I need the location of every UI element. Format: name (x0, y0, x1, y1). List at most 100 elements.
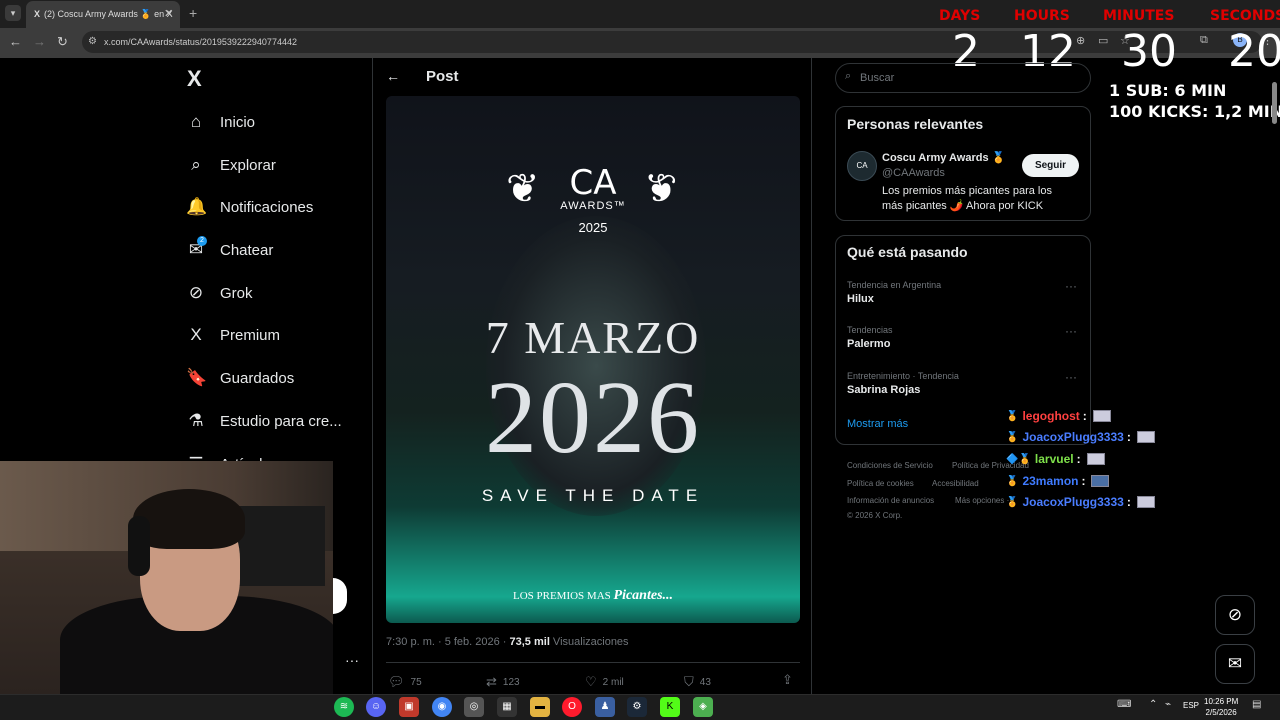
close-tab-icon[interactable]: ✕ (164, 7, 173, 20)
more-options-icon[interactable]: ··· (345, 652, 359, 668)
nav-item-creator-studio[interactable]: ⚗ Estudio para cre... (186, 406, 342, 436)
like-count: 2 mil (602, 676, 624, 688)
discord-icon[interactable]: ☺ (366, 697, 386, 717)
back-arrow-icon[interactable]: ← (386, 68, 400, 84)
new-tab-button[interactable]: + (189, 5, 197, 21)
countdown-hours-label: HOURS (1014, 8, 1070, 24)
footer-link[interactable]: Política de cookies (847, 479, 914, 488)
trend-name[interactable]: Palermo (847, 338, 890, 350)
opera-icon[interactable]: O (562, 697, 582, 717)
nav-item-bookmarks[interactable]: 🔖 Guardados (186, 363, 294, 393)
search-icon: ⌕ (191, 155, 201, 174)
trend-name[interactable]: Hilux (847, 293, 874, 305)
cast-icon[interactable]: ▭ (1098, 34, 1108, 47)
chat-badge-icon: 🏅 (1006, 431, 1019, 443)
site-info-icon[interactable]: ⚙ (88, 36, 97, 47)
bookmark-count: 43 (699, 676, 711, 688)
reload-icon[interactable]: ↻ (57, 34, 68, 50)
show-more-link[interactable]: Mostrar más (847, 418, 908, 430)
more-options-icon[interactable]: ··· (1065, 279, 1077, 293)
views-label: Visualizaciones (549, 636, 629, 648)
bookmark-button[interactable]: ⛉ 43 (684, 674, 711, 690)
x-logo[interactable]: X (187, 66, 202, 92)
trend-category: Tendencia en Argentina (847, 280, 942, 290)
reply-button[interactable]: 💬︎ 75 (388, 674, 422, 690)
tagline-prefix: LOS PREMIOS MAS (512, 590, 611, 602)
post-timestamp[interactable]: 7:30 p. m. · 5 feb. 2026 · (386, 636, 510, 648)
account-switcher-button[interactable] (333, 578, 347, 614)
trend-category: Tendencias (847, 325, 893, 335)
trend-name[interactable]: Sabrina Rojas (847, 384, 920, 396)
home-icon: ⌂ (190, 112, 202, 131)
trends-title: Qué está pasando (847, 244, 968, 260)
app-icon[interactable]: ▣ (399, 697, 419, 717)
clock-time: 10:26 PM (1204, 697, 1239, 706)
like-button[interactable]: ♡ 2 mil (585, 674, 624, 690)
kick-icon[interactable]: K (660, 697, 680, 717)
chat-message: 🏅 JoacoxPlugg3333: (1006, 495, 1155, 509)
messages-fab-icon[interactable]: ✉ (1215, 644, 1255, 684)
search-placeholder: Buscar (860, 72, 895, 84)
account-handle[interactable]: @CAAwards (882, 167, 945, 179)
steam-icon[interactable]: ⚙ (627, 697, 647, 717)
relevant-people-title: Personas relevantes (847, 116, 984, 132)
folder-icon[interactable]: ▬ (530, 697, 550, 717)
avatar[interactable]: CA (847, 151, 877, 181)
chat-username: 23mamon (1022, 474, 1079, 488)
search-input[interactable]: Buscar (835, 63, 1091, 93)
scrollbar-thumb[interactable] (1272, 82, 1277, 124)
app-icon[interactable]: ▦ (497, 697, 517, 717)
tab-search-button[interactable]: ▾ (5, 5, 21, 21)
back-arrow-icon[interactable]: ← (9, 34, 22, 49)
page-title: Post (426, 68, 459, 85)
bookmark-icon: ⛉ (684, 674, 694, 689)
spotify-icon[interactable]: ≋ (334, 697, 354, 717)
app-icon[interactable]: ♟ (595, 697, 615, 717)
extensions-icon[interactable]: ⧉ (1200, 34, 1208, 47)
more-options-icon[interactable]: ··· (1065, 324, 1077, 338)
nav-item-explore[interactable]: ⌕ Explorar (186, 150, 276, 180)
repost-icon: ⇄ (486, 674, 497, 689)
ca-awards-logo: CA AWARDS™ 2025 (541, 166, 645, 246)
nav-item-premium[interactable]: X Premium (186, 320, 280, 350)
notifications-icon[interactable]: ▤ (1252, 699, 1261, 710)
event-year: 2026 (485, 360, 701, 475)
view-count: 73,5 mil (509, 636, 550, 648)
footer-link[interactable]: Condiciones de Servicio (847, 461, 933, 470)
repost-count: 123 (502, 676, 520, 688)
language-indicator[interactable]: ESP (1183, 701, 1199, 710)
footer-link[interactable]: Información de anuncios (847, 496, 934, 505)
webcam-overlay (0, 461, 333, 694)
account-name[interactable]: Coscu Army Awards 🏅 (882, 151, 1005, 164)
nav-item-label: Chatear (220, 241, 274, 259)
share-icon[interactable]: ⇪ (782, 672, 793, 688)
post-image[interactable]: ❦ ❦ CA AWARDS™ 2025 7 MARZO 2026 SAVE TH… (386, 96, 800, 623)
chat-badge-icon: 🏅 (1006, 475, 1019, 487)
kick-rate-text: 100 KICKS: 1,2 MIN (1109, 102, 1280, 121)
footer-link[interactable]: Accesibilidad (932, 479, 979, 488)
chrome-icon[interactable]: ◉ (432, 697, 452, 717)
keyboard-icon[interactable]: ⌨ (1117, 699, 1131, 710)
nav-item-grok[interactable]: ⊘ Grok (186, 278, 253, 308)
nav-item-label: Estudio para cre... (220, 412, 342, 430)
nav-item-notifications[interactable]: 🔔 Notificaciones (186, 192, 313, 222)
app-icon[interactable]: ◈ (693, 697, 713, 717)
nav-item-home[interactable]: ⌂ Inicio (186, 107, 255, 137)
browser-tab[interactable]: X (2) Coscu Army Awards 🏅 en X (26, 1, 180, 28)
repost-button[interactable]: ⇄ 123 (486, 674, 520, 690)
zoom-icon[interactable]: ⊕ (1076, 34, 1085, 47)
save-the-date-text: SAVE THE DATE (481, 486, 705, 505)
more-options-icon[interactable]: ··· (1065, 370, 1077, 384)
grok-fab-icon[interactable]: ⊘ (1215, 595, 1255, 635)
nav-item-label: Premium (220, 326, 281, 344)
network-icon[interactable]: ⌁ (1165, 699, 1171, 710)
forward-arrow-icon[interactable]: → (33, 34, 46, 49)
clock[interactable]: 10:26 PM 2/5/2026 (1204, 696, 1238, 718)
logo-text: CA (569, 163, 617, 203)
obs-icon[interactable]: ◎ (464, 697, 484, 717)
chat-unread-badge: 2 (197, 236, 207, 246)
flask-icon: ⚗ (188, 411, 204, 430)
chat-message: 🔷🏅 larvuel: (1006, 452, 1105, 466)
follow-button[interactable]: Seguir (1022, 154, 1079, 177)
tray-chevron-icon[interactable]: ⌃ (1149, 699, 1157, 710)
